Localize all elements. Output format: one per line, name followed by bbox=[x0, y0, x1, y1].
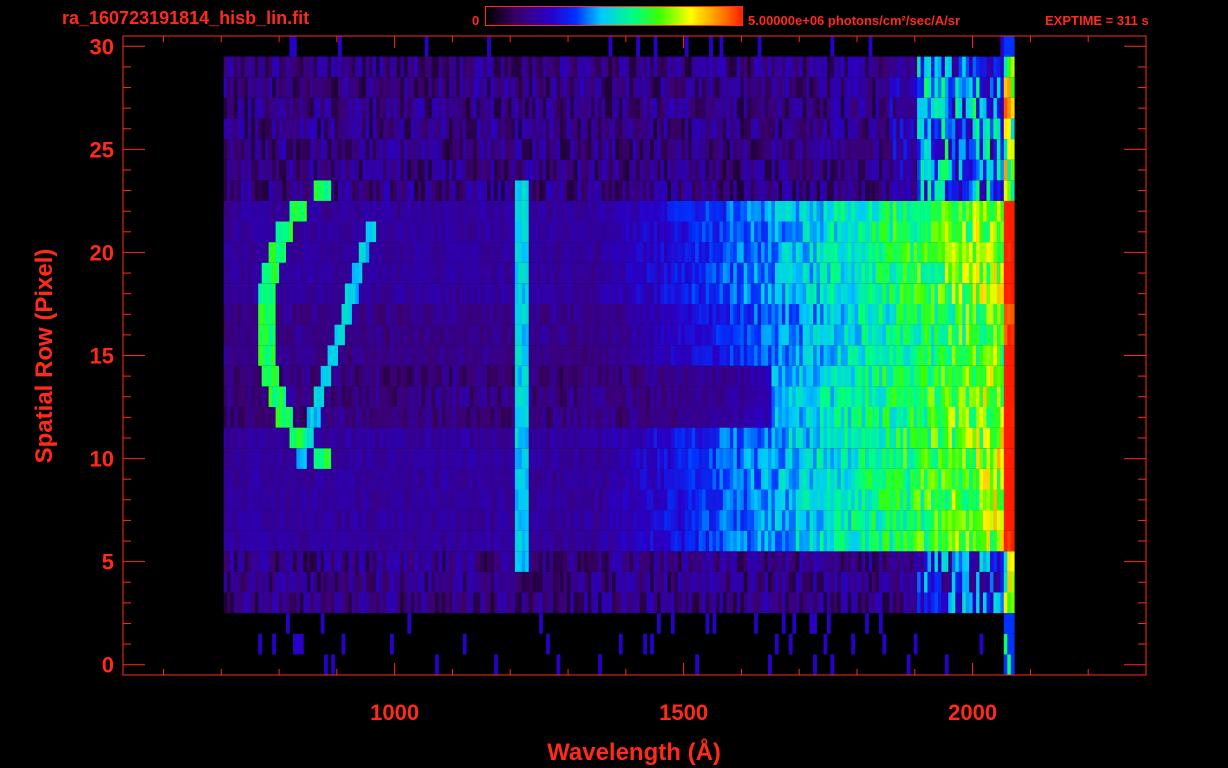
x-tick-label: 1000 bbox=[370, 700, 419, 725]
y-tick-label: 30 bbox=[90, 34, 114, 59]
x-tick-label: 2000 bbox=[948, 700, 997, 725]
colorbar-max-label: 5.00000e+06 photons/cm²/sec/A/sr bbox=[748, 13, 961, 28]
heatmap-image bbox=[223, 36, 1015, 675]
x-axis-label: Wavelength (Å) bbox=[547, 738, 721, 766]
y-axis-label: Spatial Row (Pixel) bbox=[31, 249, 58, 464]
file-title: ra_160723191814_hisb_lin.fit bbox=[62, 8, 310, 28]
colorbar bbox=[485, 6, 743, 26]
y-tick-label: 15 bbox=[90, 344, 114, 369]
y-tick-label: 25 bbox=[90, 137, 114, 162]
y-tick-label: 0 bbox=[102, 653, 114, 678]
y-tick-label: 5 bbox=[102, 550, 114, 575]
x-tick-label: 1500 bbox=[659, 700, 708, 725]
y-tick-label: 20 bbox=[90, 240, 114, 265]
y-tick-label: 10 bbox=[90, 447, 114, 472]
exposure-time: EXPTIME = 311 s bbox=[1045, 13, 1149, 28]
spectrum-plot: 1000 1500 2000051015202530 Wavelength (Å) … bbox=[31, 34, 1147, 766]
colorbar-min-label: 0 bbox=[472, 13, 480, 28]
